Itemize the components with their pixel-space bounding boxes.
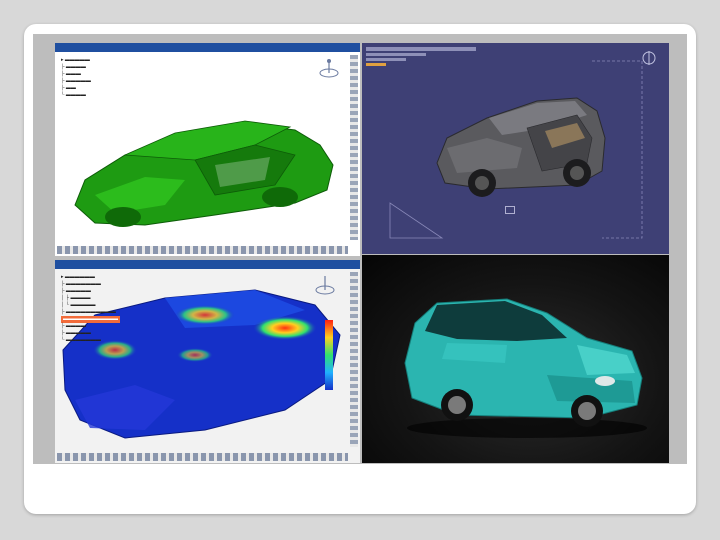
window-titlebar xyxy=(55,43,360,52)
cad-window-fem-analysis[interactable]: ▸ ▬▬▬▬▬▬ ├ ▬▬▬▬▬▬▬ ├ ▬▬▬▬▬ │ ├ ▬▬▬▬ │ └ … xyxy=(55,260,360,463)
vertical-toolbar[interactable] xyxy=(350,272,358,447)
tree-node[interactable]: ├ ▬▬▬▬▬ xyxy=(61,288,120,295)
tree-node[interactable]: ├ ▬▬▬ xyxy=(61,71,91,78)
cad-window-body-in-white[interactable]: ▸ ▬▬▬▬▬ ├ ▬▬▬▬ ├ ▬▬▬ ├ ▬▬▬▬▬ ├ ▬▬ └ ▬▬▬▬ xyxy=(55,43,360,256)
tree-node[interactable]: ▸ ▬▬▬▬▬ xyxy=(61,57,91,64)
rendered-car-view xyxy=(362,255,669,463)
cad-window-shaded-car[interactable] xyxy=(362,43,669,254)
tree-node-selected[interactable]: ▬▬▬▬▬▬▬▬▬▬▬ xyxy=(61,316,120,323)
car-body-in-white-model[interactable] xyxy=(65,85,345,245)
color-scale-legend xyxy=(325,320,333,390)
tree-node[interactable]: │ └ ▬▬▬▬▬ xyxy=(61,302,120,309)
horizontal-toolbar[interactable] xyxy=(57,453,348,461)
analysis-tree[interactable]: ▸ ▬▬▬▬▬▬ ├ ▬▬▬▬▬▬▬ ├ ▬▬▬▬▬ │ ├ ▬▬▬▬ │ └ … xyxy=(61,274,120,344)
vertical-toolbar[interactable] xyxy=(350,55,358,240)
tree-node[interactable]: ├ ▬▬▬▬ xyxy=(61,64,91,71)
axis-marker xyxy=(505,206,515,214)
horizontal-toolbar[interactable] xyxy=(57,246,348,254)
rendered-teal-car xyxy=(404,298,647,438)
compass-icon[interactable] xyxy=(317,57,341,81)
shaded-car-model[interactable] xyxy=(427,93,612,208)
tree-node[interactable]: ├ ▬▬▬▬▬▬▬ xyxy=(61,281,120,288)
tree-node[interactable]: ├ ▬▬▬▬▬ xyxy=(61,330,120,337)
tree-node[interactable]: ├ ▬▬▬▬▬▬▬▬▬▬ xyxy=(61,309,120,316)
tree-node[interactable]: ├ ▬▬▬▬▬ xyxy=(61,78,91,85)
compass-icon[interactable] xyxy=(313,274,337,298)
tree-node[interactable]: │ ├ ▬▬▬▬ xyxy=(61,295,120,302)
tree-node[interactable]: ├ ▬▬▬▬ xyxy=(61,323,120,330)
tree-node[interactable]: ▸ ▬▬▬▬▬▬ xyxy=(61,274,120,281)
window-titlebar xyxy=(55,260,360,269)
tree-node[interactable]: └ ▬▬▬▬▬▬▬ xyxy=(61,337,120,344)
